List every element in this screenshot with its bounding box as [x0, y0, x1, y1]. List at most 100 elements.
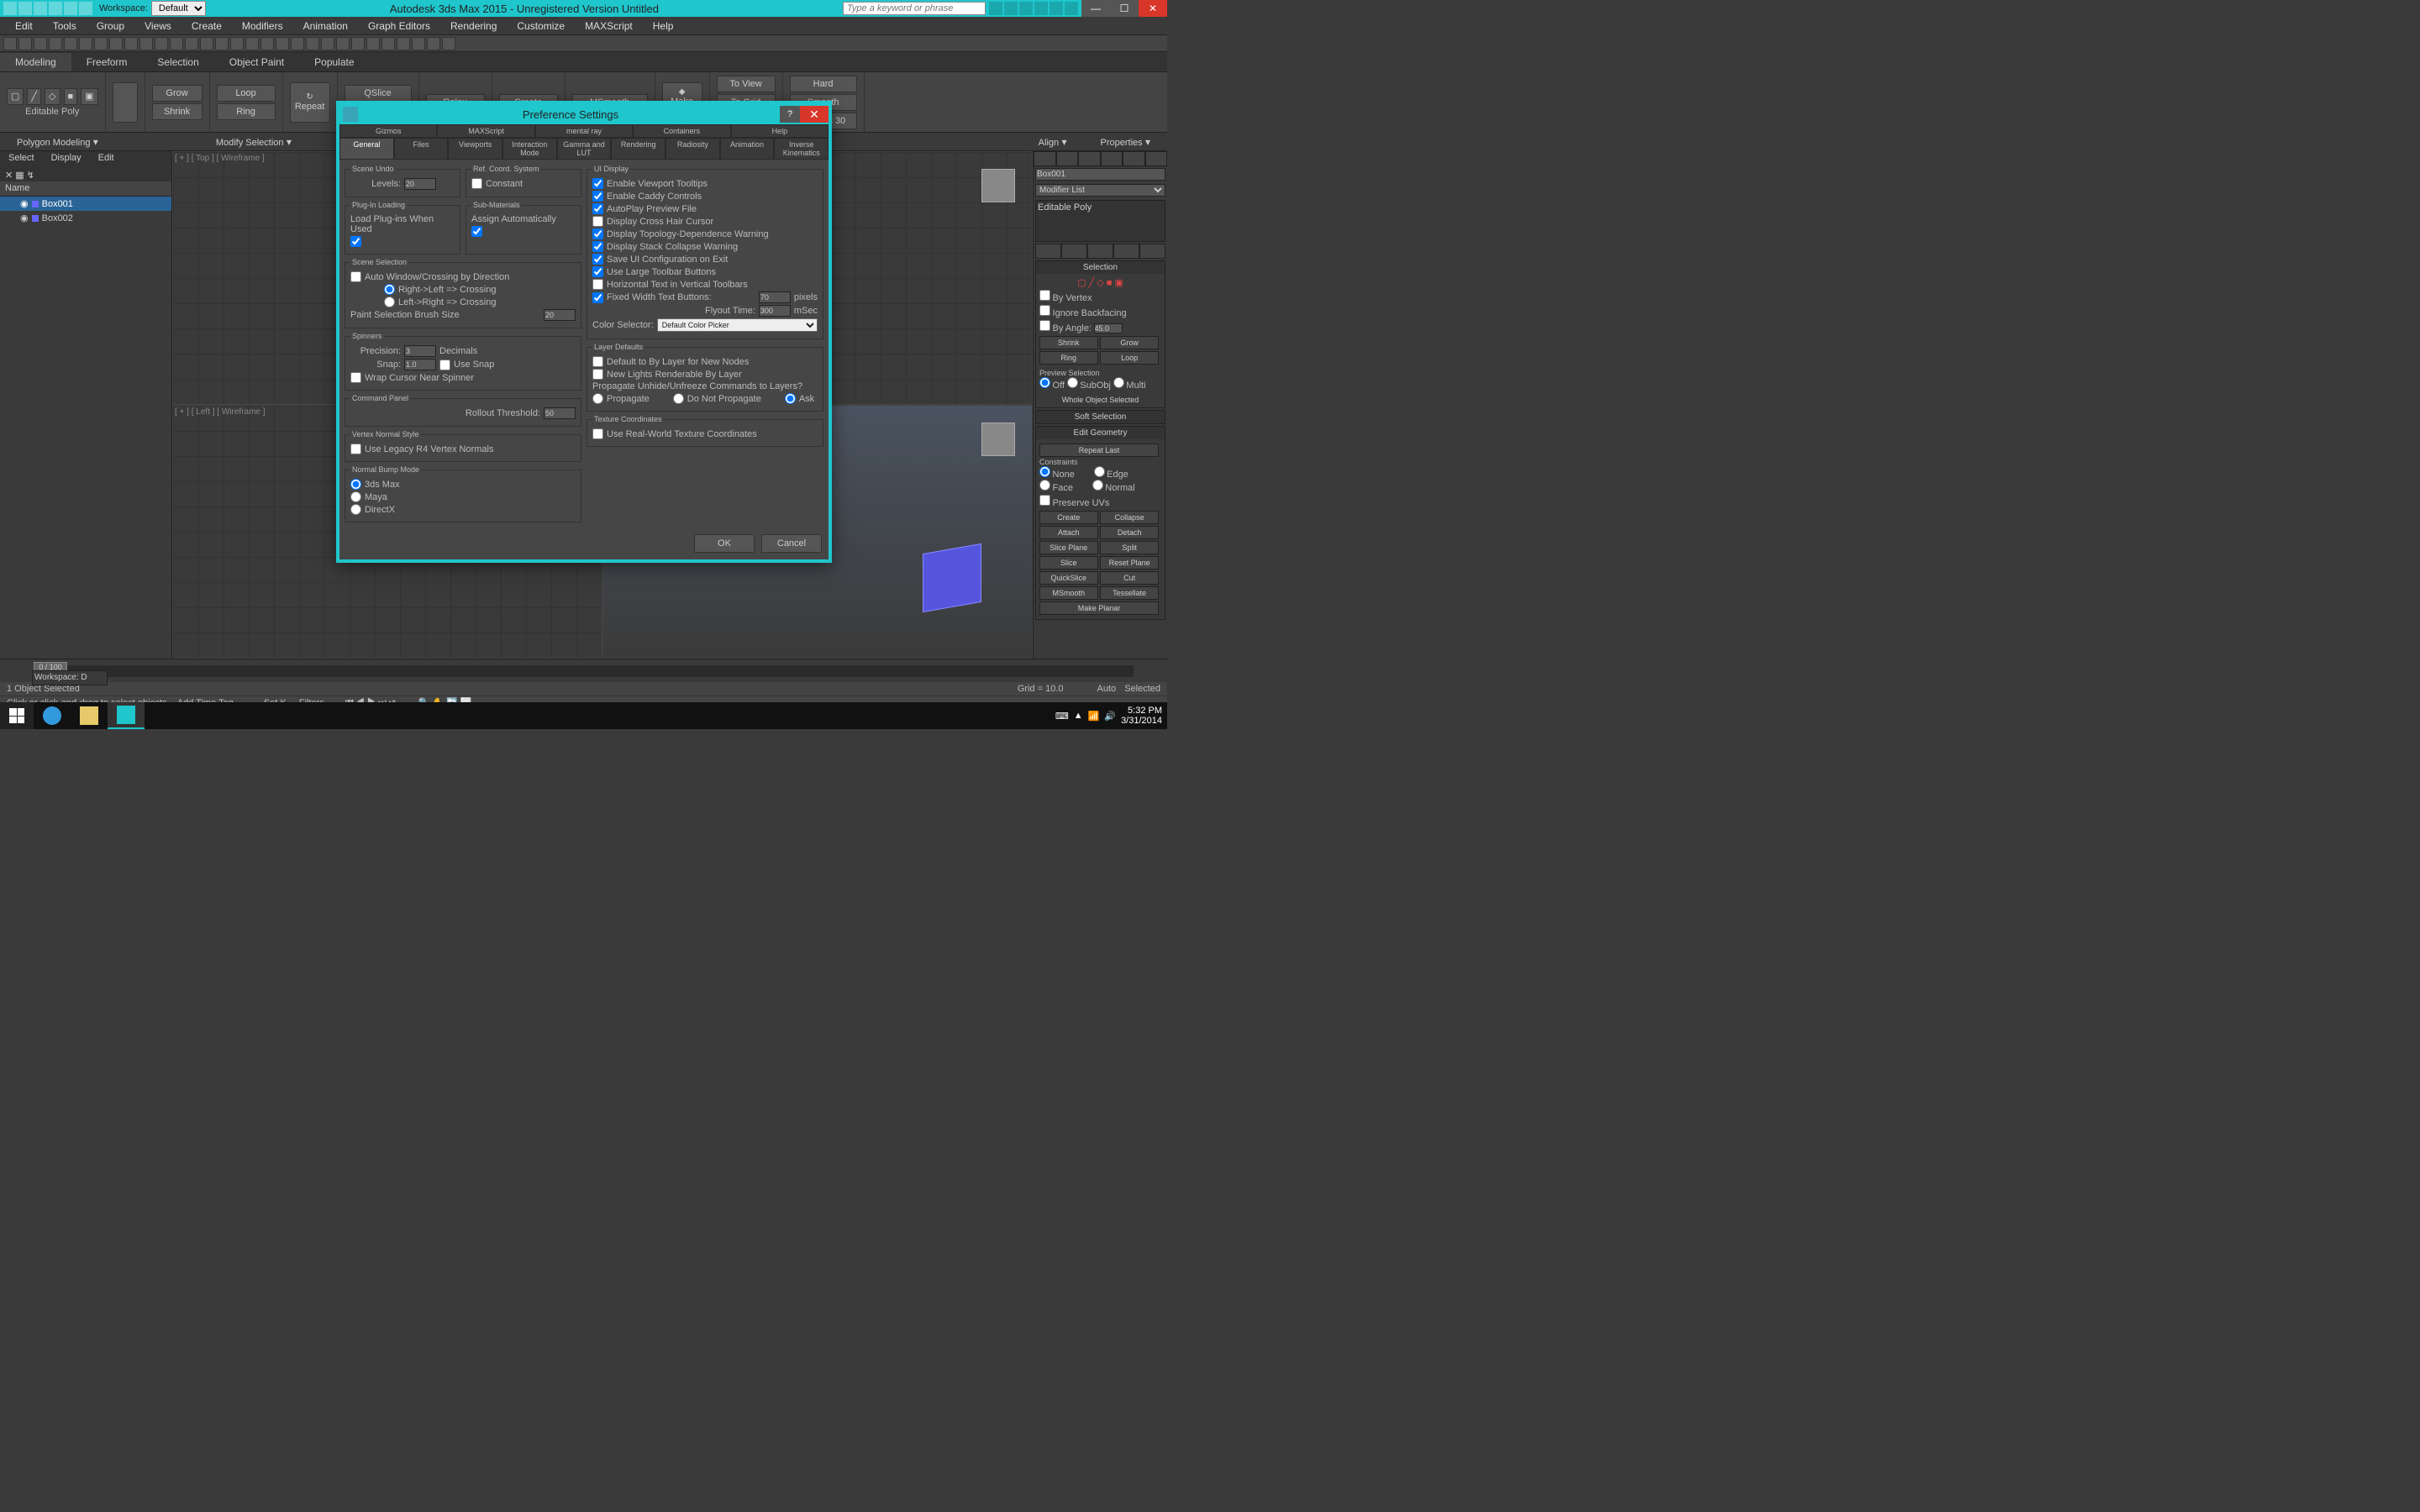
search-input[interactable]	[843, 2, 986, 15]
subobj-edge-icon[interactable]: ╱	[27, 88, 41, 105]
toolbar-curve-icon[interactable]	[366, 37, 380, 50]
maximize-button[interactable]: ☐	[1110, 0, 1139, 17]
toolbar-link-icon[interactable]	[34, 37, 47, 50]
subobj-border-icon[interactable]: ◇	[45, 88, 60, 105]
properties-section[interactable]: Properties ▾	[1084, 134, 1168, 150]
colorselector-dropdown[interactable]: Default Color Picker	[657, 318, 818, 332]
ask-radio[interactable]	[785, 393, 796, 404]
menu-rendering[interactable]: Rendering	[442, 18, 505, 34]
toview-button[interactable]: To View	[717, 76, 776, 92]
show-icon[interactable]	[1061, 244, 1087, 259]
menu-tools[interactable]: Tools	[45, 18, 85, 34]
tab-freeform[interactable]: Freeform	[71, 53, 143, 71]
ignorebackfacing-check[interactable]	[1039, 305, 1050, 316]
start-button[interactable]	[0, 702, 34, 729]
viewcube-persp-icon[interactable]	[981, 423, 1015, 456]
toolbar-bind-icon[interactable]	[64, 37, 77, 50]
subobj-vertex-icon[interactable]: ▢	[7, 88, 24, 105]
preview-multi[interactable]	[1113, 377, 1124, 388]
qat-undo-icon[interactable]	[64, 2, 77, 15]
timeline[interactable]: 0 / 100	[0, 659, 1167, 682]
toolbar-renderprod-icon[interactable]	[442, 37, 455, 50]
taskbar-3dsmax[interactable]	[108, 702, 145, 729]
preview-off[interactable]	[1039, 377, 1050, 388]
minimize-button[interactable]: —	[1081, 0, 1110, 17]
grow-btn[interactable]: Grow	[1100, 336, 1159, 349]
detach-btn[interactable]: Detach	[1100, 526, 1159, 539]
msmooth-btn[interactable]: MSmooth	[1039, 586, 1098, 600]
auto-key-button[interactable]: Auto	[1097, 684, 1117, 694]
time-slider-track[interactable]: 0 / 100	[34, 665, 1134, 677]
tab-populate[interactable]: Populate	[299, 53, 369, 71]
constraint-normal[interactable]	[1092, 480, 1103, 491]
cp-utilities-icon[interactable]	[1145, 151, 1168, 166]
saveui-check[interactable]	[592, 254, 603, 265]
shrink-btn[interactable]: Shrink	[1039, 336, 1098, 349]
toolbar-snap-icon[interactable]	[245, 37, 259, 50]
loadplugins-check[interactable]	[350, 236, 361, 247]
propagate-radio[interactable]	[592, 393, 603, 404]
collapse-btn[interactable]: Collapse	[1100, 511, 1159, 524]
menu-help[interactable]: Help	[644, 18, 682, 34]
cancel-button[interactable]: Cancel	[761, 534, 822, 553]
softselection-rollout[interactable]: Soft Selection	[1036, 411, 1165, 423]
tab-radiosity[interactable]: Radiosity	[666, 138, 720, 160]
crosshair-check[interactable]	[592, 216, 603, 227]
configure-icon[interactable]	[1139, 244, 1165, 259]
tooltips-check[interactable]	[592, 178, 603, 189]
tab-help[interactable]: Help	[731, 124, 829, 138]
split-btn[interactable]: Split	[1100, 541, 1159, 554]
menu-grapheditors[interactable]: Graph Editors	[360, 18, 439, 34]
preserveuvs-check[interactable]	[1039, 495, 1050, 506]
ring-button[interactable]: Ring	[217, 103, 276, 120]
viewcube-icon[interactable]	[981, 169, 1015, 202]
tab-interaction[interactable]: Interaction Mode	[502, 138, 557, 160]
toolbar-spinner-icon[interactable]	[291, 37, 304, 50]
bylayer-check[interactable]	[592, 356, 603, 367]
toolbar-rotate-icon[interactable]	[155, 37, 168, 50]
preview-subobj[interactable]	[1067, 377, 1078, 388]
shrink-button[interactable]: Shrink	[152, 103, 203, 120]
grow-button[interactable]: Grow	[152, 85, 203, 102]
modifier-stack[interactable]: Editable Poly	[1035, 200, 1165, 242]
toolbar-percentsnap-icon[interactable]	[276, 37, 289, 50]
tab-general[interactable]: General	[339, 138, 394, 160]
slice-btn[interactable]: Slice	[1039, 556, 1098, 570]
tab-ik[interactable]: Inverse Kinematics	[774, 138, 829, 160]
scene-tab-edit[interactable]: Edit	[90, 151, 123, 168]
align-section[interactable]: Align ▾	[1022, 134, 1084, 150]
autowindow-check[interactable]	[350, 271, 361, 282]
toolbar-refcoord-icon[interactable]	[185, 37, 198, 50]
largetoolbar-check[interactable]	[592, 266, 603, 277]
modify-selection-section[interactable]: Modify Selection ▾	[199, 134, 308, 150]
app-menu-button[interactable]	[3, 2, 17, 15]
polygon-modeling-section[interactable]: Polygon Modeling ▾	[0, 134, 115, 150]
menu-views[interactable]: Views	[136, 18, 180, 34]
clock[interactable]: 5:32 PM 3/31/2014	[1121, 706, 1162, 726]
tab-viewports[interactable]: Viewports	[448, 138, 502, 160]
rollout-input[interactable]	[544, 407, 576, 419]
wrapcursor-check[interactable]	[350, 372, 361, 383]
leftright-radio[interactable]	[384, 297, 395, 307]
toolbar-layers-icon[interactable]	[351, 37, 365, 50]
toolbar-pivot-icon[interactable]	[200, 37, 213, 50]
toolbar-unlink-icon[interactable]	[49, 37, 62, 50]
scene-tab-select[interactable]: Select	[0, 151, 43, 168]
exchange-icon[interactable]	[1004, 2, 1018, 15]
legacyr4-check[interactable]	[350, 444, 361, 454]
cp-create-icon[interactable]	[1034, 151, 1056, 166]
help-icon[interactable]	[1065, 2, 1078, 15]
realworld-check[interactable]	[592, 428, 603, 439]
taskbar-explorer[interactable]	[71, 702, 108, 729]
cp-hierarchy-icon[interactable]	[1078, 151, 1101, 166]
hard-button[interactable]: Hard	[790, 76, 857, 92]
3dsmax-radio[interactable]	[350, 479, 361, 490]
tab-files[interactable]: Files	[394, 138, 449, 160]
autoplay-check[interactable]	[592, 203, 603, 214]
tab-rendering[interactable]: Rendering	[611, 138, 666, 160]
maya-radio[interactable]	[350, 491, 361, 502]
byangle-value[interactable]	[1094, 323, 1123, 333]
quickslice-btn[interactable]: QuickSlice	[1039, 571, 1098, 585]
snap-input[interactable]	[404, 359, 436, 370]
toolbar-renderframe-icon[interactable]	[427, 37, 440, 50]
